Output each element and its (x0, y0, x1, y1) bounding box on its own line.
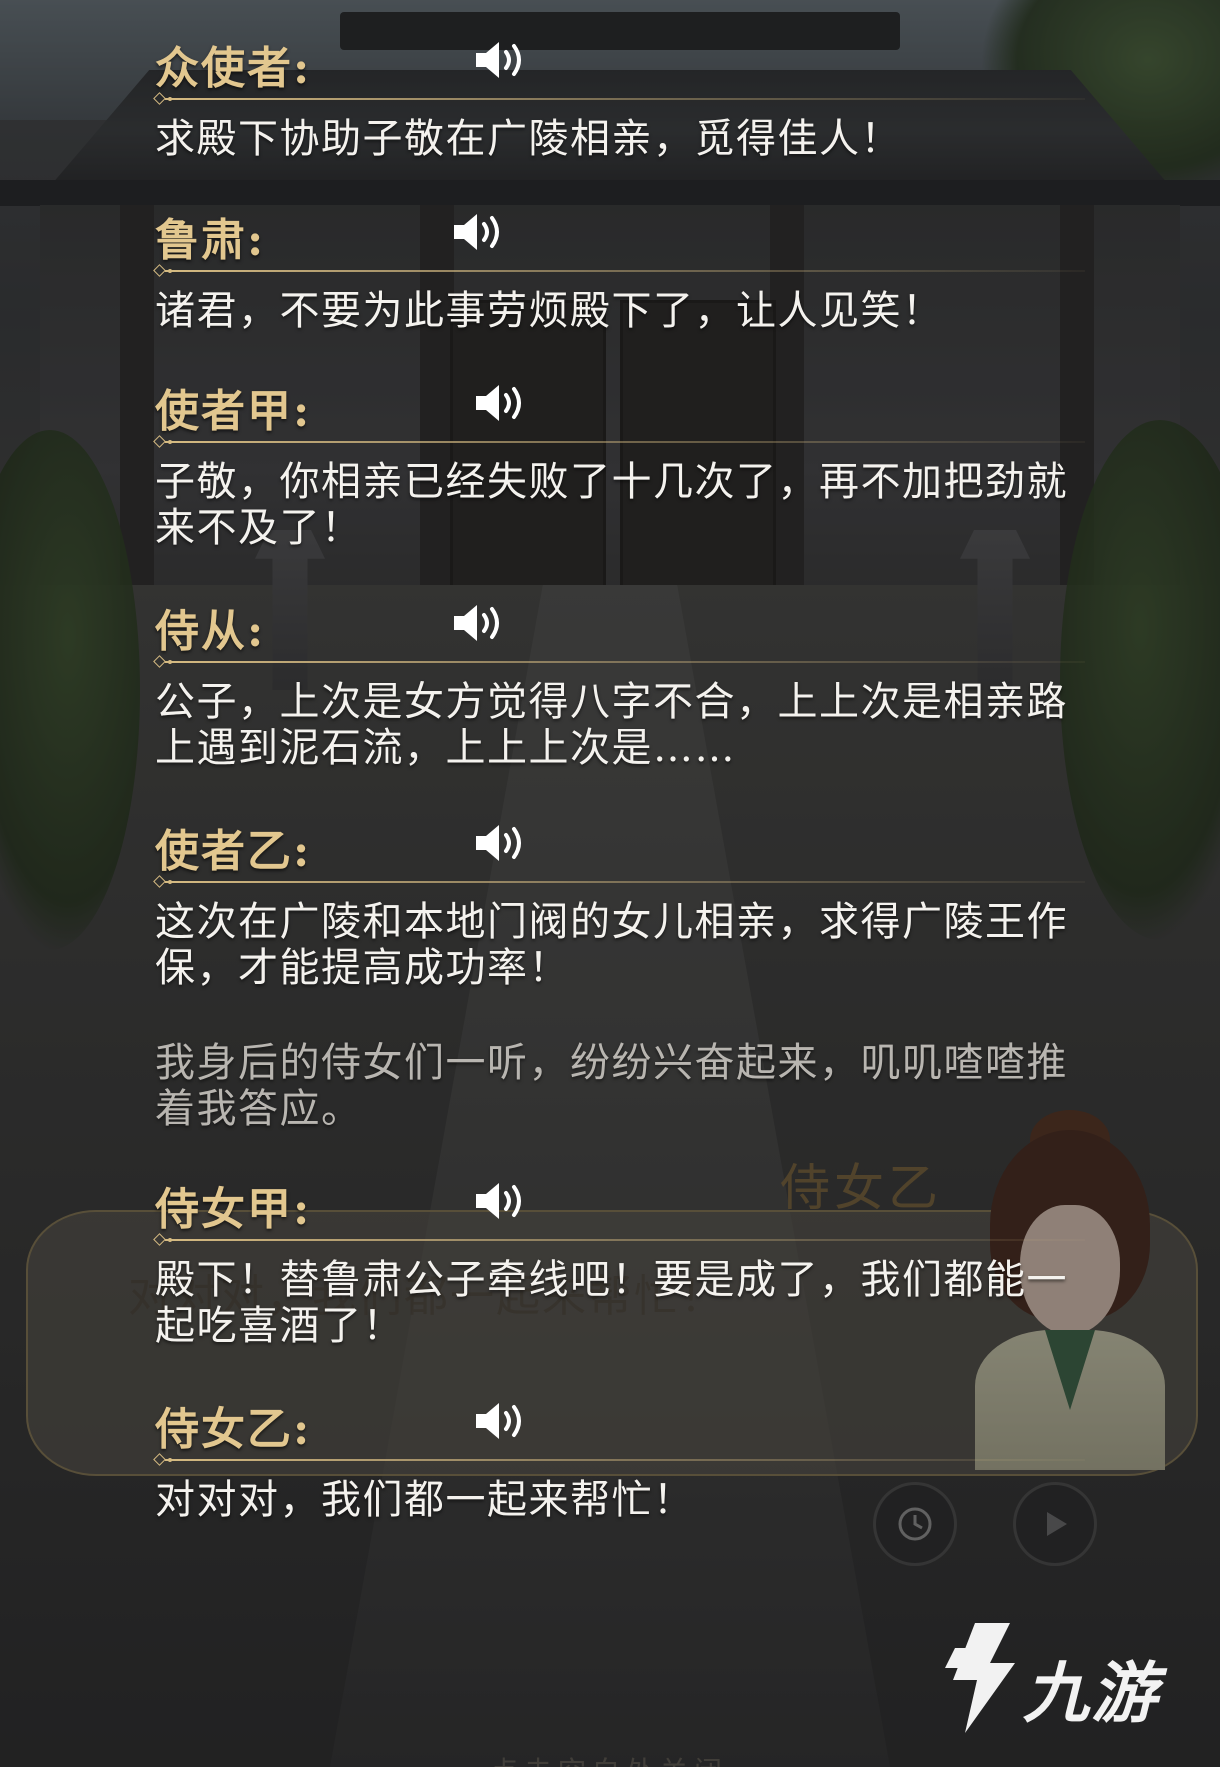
divider (153, 435, 1085, 449)
divider (153, 875, 1085, 889)
logo-mark-icon (945, 1623, 1015, 1733)
speaker-volume-icon[interactable] (473, 1399, 529, 1443)
speaker-name: 侍从: (155, 606, 266, 657)
log-entry: 使者甲: 子敬，你相亲已经失败了十几次了，再不加把劲就来不及了！ (153, 375, 1085, 551)
speaker-volume-icon[interactable] (451, 210, 507, 254)
divider (153, 1233, 1085, 1247)
divider (153, 92, 1085, 106)
speaker-name: 侍女乙: (155, 1404, 312, 1455)
log-entry: 侍女甲: 殿下！替鲁肃公子牵线吧！要是成了，我们都能一起吃喜酒了！ (153, 1173, 1085, 1349)
dialogue-log: 众使者: 求殿下协助子敬在广陵相亲，觅得佳人！ 鲁肃: 诸君，不要为此事劳烦殿下… (0, 0, 1220, 1767)
speaker-volume-icon[interactable] (473, 38, 529, 82)
divider (153, 264, 1085, 278)
dialogue-text: 求殿下协助子敬在广陵相亲，觅得佳人！ (155, 116, 902, 162)
speaker-volume-icon[interactable] (473, 1179, 529, 1223)
log-entry: 使者乙: 这次在广陵和本地门阀的女儿相亲，求得广陵王作保，才能提高成功率！ (153, 815, 1085, 991)
dialogue-text: 殿下！替鲁肃公子牵线吧！要是成了，我们都能一起吃喜酒了！ (155, 1257, 1068, 1349)
divider (153, 655, 1085, 669)
log-entry: 侍从: 公子，上次是女方觉得八字不合，上上次是相亲路上遇到泥石流，上上上次是…… (153, 595, 1085, 771)
log-entry: 众使者: 求殿下协助子敬在广陵相亲，觅得佳人！ (153, 32, 1085, 162)
narration-text: 我身后的侍女们一听，纷纷兴奋起来，叽叽喳喳推着我答应。 (155, 1040, 1068, 1132)
speaker-volume-icon[interactable] (473, 381, 529, 425)
dialogue-text: 诸君，不要为此事劳烦殿下了，让人见笑！ (155, 288, 944, 334)
speaker-name: 众使者: (155, 43, 312, 94)
speaker-volume-icon[interactable] (473, 821, 529, 865)
dialogue-text: 对对对，我们都一起来帮忙！ (155, 1477, 695, 1523)
log-entry: 鲁肃: 诸君，不要为此事劳烦殿下了，让人见笑！ (153, 204, 1085, 334)
speaker-name: 侍女甲: (155, 1184, 312, 1235)
speaker-name: 使者乙: (155, 826, 312, 877)
speaker-volume-icon[interactable] (451, 601, 507, 645)
watermark-text: 九游 (1023, 1655, 1159, 1732)
dialogue-text: 公子，上次是女方觉得八字不合，上上次是相亲路上遇到泥石流，上上上次是…… (155, 679, 1068, 771)
speaker-name: 使者甲: (155, 386, 312, 437)
divider (153, 1453, 1085, 1467)
speaker-name: 鲁肃: (155, 215, 266, 266)
dialogue-text: 子敬，你相亲已经失败了十几次了，再不加把劲就来不及了！ (155, 459, 1068, 551)
log-entry: 侍女乙: 对对对，我们都一起来帮忙！ (153, 1393, 1085, 1523)
dialogue-text: 这次在广陵和本地门阀的女儿相亲，求得广陵王作保，才能提高成功率！ (155, 899, 1068, 991)
watermark-logo: 九游 (935, 1618, 1195, 1738)
